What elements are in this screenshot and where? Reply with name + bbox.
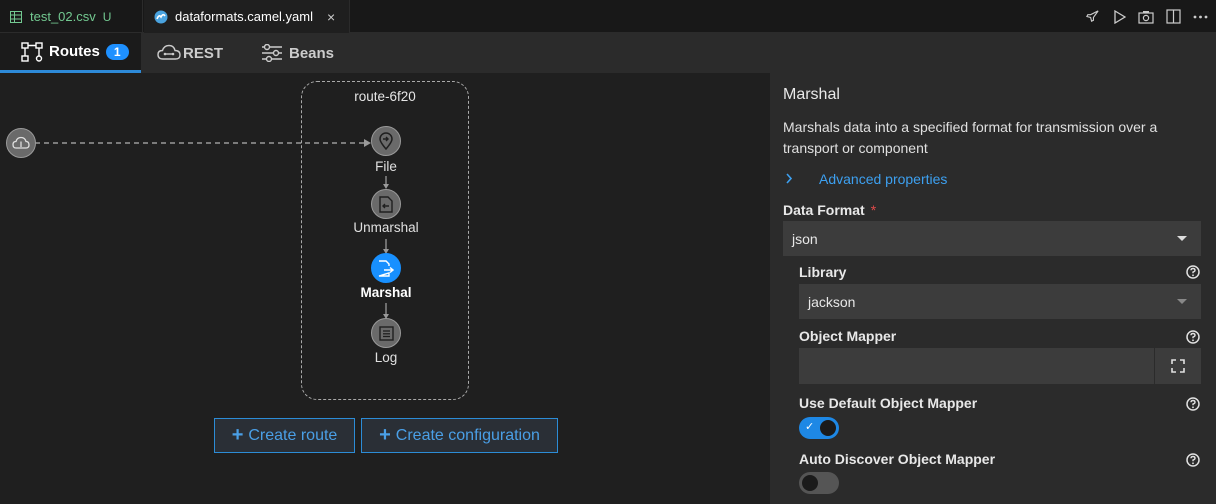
help-icon[interactable]: [1186, 330, 1200, 344]
tab-rest[interactable]: REST: [157, 33, 223, 73]
marshal-node-label: Marshal: [360, 285, 412, 300]
help-icon[interactable]: [1186, 265, 1200, 279]
editor-tab-strip: test_02.csv U dataformats.camel.yaml ×: [0, 0, 1216, 33]
table-file-icon: [10, 10, 22, 23]
panel-title: Marshal: [783, 86, 840, 103]
designer-nav: Routes 1 REST Beans: [0, 33, 1216, 73]
object-mapper-label: Object Mapper: [799, 328, 897, 344]
object-mapper-input[interactable]: [799, 348, 1154, 384]
data-format-label: Data Format *: [783, 202, 876, 218]
help-icon[interactable]: [1186, 453, 1200, 467]
cloud-icon: [157, 44, 181, 60]
toggle-knob: [820, 420, 836, 436]
tab-routes[interactable]: Routes 1: [0, 33, 141, 73]
tab-routes-label: Routes: [49, 43, 100, 60]
external-source-node[interactable]: [6, 128, 36, 158]
rocket-icon[interactable]: [1084, 9, 1100, 25]
list-icon: [378, 325, 394, 341]
camel-icon: [154, 10, 168, 23]
auto-discover-object-mapper-label: Auto Discover Object Mapper: [799, 451, 996, 467]
location-pin-icon: [379, 132, 393, 150]
data-format-select[interactable]: json: [783, 221, 1201, 256]
tab-test-02-csv[interactable]: test_02.csv U: [0, 0, 143, 33]
cloud-upload-icon: [12, 136, 30, 149]
unmarshal-node[interactable]: [371, 189, 401, 219]
data-format-label-text: Data Format: [783, 202, 865, 218]
help-icon[interactable]: [1186, 397, 1200, 411]
document-export-icon: [378, 259, 394, 277]
expand-icon: [1171, 359, 1185, 373]
properties-panel: Marshal Marshals data into a specified f…: [770, 73, 1216, 504]
create-route-button[interactable]: + Create route: [214, 418, 355, 453]
expand-field-button[interactable]: [1154, 348, 1201, 384]
log-node[interactable]: [371, 318, 401, 348]
library-label: Library: [799, 264, 847, 280]
split-editor-icon[interactable]: [1165, 9, 1181, 25]
file-node-label: File: [375, 159, 397, 174]
auto-discover-object-mapper-toggle[interactable]: [799, 472, 839, 494]
caret-down-icon: [1177, 236, 1187, 241]
tab-dataformats-camel-yaml[interactable]: dataformats.camel.yaml ×: [144, 0, 350, 33]
library-value: jackson: [808, 293, 856, 310]
editor-actions: [1084, 0, 1208, 33]
chevron-right-icon: [785, 171, 805, 187]
routes-icon: [21, 41, 43, 62]
required-mark: *: [870, 202, 877, 218]
advanced-properties-toggle[interactable]: Advanced properties: [785, 171, 947, 187]
document-import-icon: [379, 195, 393, 213]
log-node-label: Log: [374, 350, 398, 365]
tab-rest-label: REST: [183, 44, 224, 62]
advanced-properties-label: Advanced properties: [819, 171, 948, 187]
plus-icon: +: [379, 424, 391, 446]
tab-beans[interactable]: Beans: [261, 33, 334, 73]
tab-beans-label: Beans: [289, 44, 335, 62]
use-default-object-mapper-toggle[interactable]: ✓: [799, 417, 839, 439]
panel-description: Marshals data into a specified format fo…: [783, 119, 1158, 156]
camera-icon[interactable]: [1138, 9, 1154, 25]
use-default-object-mapper-label: Use Default Object Mapper: [799, 395, 978, 411]
create-configuration-button[interactable]: + Create configuration: [361, 418, 558, 453]
untracked-badge: U: [102, 9, 112, 24]
tab-label: test_02.csv: [30, 9, 96, 24]
close-icon[interactable]: ×: [327, 9, 335, 25]
create-configuration-label: Create configuration: [395, 426, 540, 444]
caret-down-icon: [1177, 299, 1187, 304]
route-id-label: route-6f20: [354, 89, 416, 104]
beans-icon: [262, 44, 282, 62]
library-select[interactable]: jackson: [799, 284, 1201, 319]
plus-icon: +: [231, 424, 244, 446]
route-canvas[interactable]: route-6f20 File Unmarshal Marshal Log +: [0, 73, 770, 504]
more-icon[interactable]: [1192, 9, 1208, 25]
play-icon[interactable]: [1111, 9, 1127, 25]
file-node[interactable]: [371, 126, 401, 156]
check-icon: ✓: [805, 421, 815, 433]
marshal-node[interactable]: [371, 253, 401, 283]
toggle-knob: [802, 475, 818, 491]
data-format-value: json: [792, 230, 818, 247]
create-route-label: Create route: [248, 426, 338, 444]
unmarshal-node-label: Unmarshal: [353, 220, 419, 235]
routes-count-badge: 1: [105, 43, 129, 60]
tab-label: dataformats.camel.yaml: [175, 9, 313, 24]
